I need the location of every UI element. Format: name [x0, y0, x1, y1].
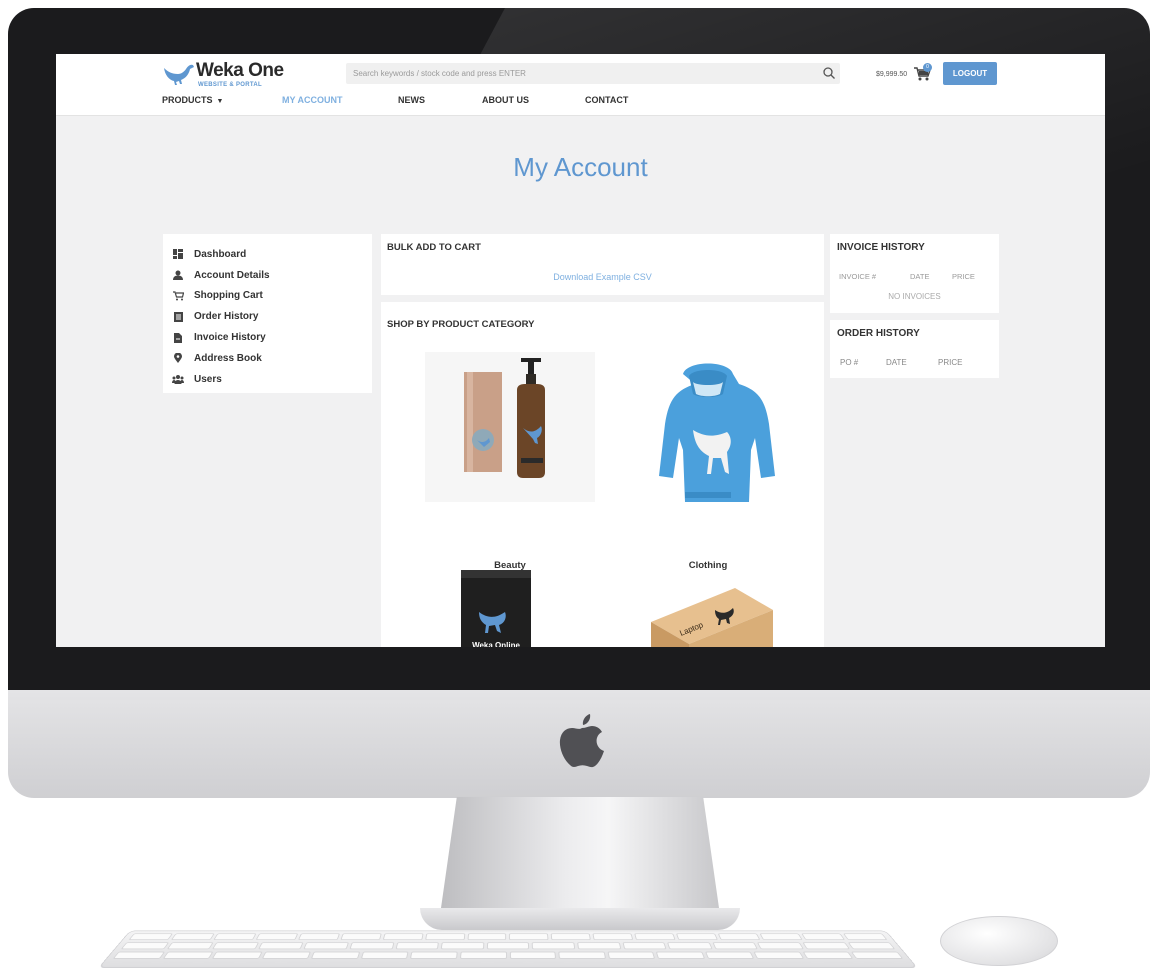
search-input[interactable]: [346, 63, 806, 84]
panel-title: INVOICE HISTORY: [837, 242, 925, 253]
monitor-stand: [440, 797, 720, 915]
column-header: PRICE: [938, 358, 963, 367]
sidebar-item-label: Shopping Cart: [194, 290, 263, 302]
monitor-stand-base: [420, 908, 740, 930]
sidebar-item-label: Invoice History: [194, 332, 266, 344]
empty-state-text: NO INVOICES: [888, 292, 941, 301]
nav-item-news[interactable]: NEWS: [398, 95, 425, 105]
site-logo[interactable]: Weka One WEBSITE & PORTAL: [162, 60, 302, 90]
sidebar-item-account-details[interactable]: Account Details: [163, 265, 372, 286]
laptop-box-product-image: Laptop: [651, 588, 773, 647]
sidebar-item-order-history[interactable]: Order History: [163, 306, 372, 327]
nav-item-contact[interactable]: CONTACT: [585, 95, 628, 105]
account-sidebar: Dashboard Account Details Shopping Cart …: [163, 234, 372, 393]
panel-title: ORDER HISTORY: [837, 328, 920, 339]
users-icon: [172, 374, 184, 385]
sidebar-item-label: Dashboard: [194, 248, 247, 260]
invoice-icon: [172, 332, 184, 343]
sidebar-item-users[interactable]: Users: [163, 369, 372, 390]
sidebar-item-label: Order History: [194, 311, 259, 323]
mouse: [940, 916, 1058, 966]
order-history-panel: ORDER HISTORY PO # DATE PRICE: [830, 320, 999, 378]
search-bar: [346, 63, 840, 84]
cart-count-badge: 0: [923, 63, 932, 72]
nav-item-products[interactable]: PRODUCTS ▼: [162, 95, 223, 105]
beauty-product-image: [425, 352, 595, 502]
column-header: DATE: [910, 272, 930, 281]
site-header: Weka One WEBSITE & PORTAL $9,999.50 0 LO…: [56, 54, 1105, 116]
sidebar-item-label: Account Details: [194, 269, 270, 281]
nav-label: PRODUCTS: [162, 95, 213, 105]
product-mockup: Weka One WEBSITE & PORTAL $9,999.50 0 LO…: [0, 0, 1150, 969]
page-title: My Account: [513, 152, 648, 182]
sidebar-item-invoice-history[interactable]: Invoice History: [163, 327, 372, 348]
invoice-history-panel: INVOICE HISTORY INVOICE # DATE PRICE NO …: [830, 234, 999, 313]
brand-tagline: WEBSITE & PORTAL: [198, 82, 263, 88]
cart-icon: [172, 291, 184, 301]
browser-viewport: Weka One WEBSITE & PORTAL $9,999.50 0 LO…: [56, 54, 1105, 647]
panel-title: SHOP BY PRODUCT CATEGORY: [387, 319, 535, 330]
column-header: PO #: [840, 358, 859, 367]
cart-total[interactable]: $9,999.50: [876, 71, 907, 78]
svg-text:Weka Online: Weka Online: [472, 641, 520, 647]
keyboard: [98, 930, 918, 968]
map-pin-icon: [172, 353, 184, 364]
nav-item-my-account[interactable]: MY ACCOUNT: [282, 95, 343, 105]
panel-title: BULK ADD TO CART: [387, 242, 481, 253]
category-card-beauty[interactable]: Beauty: [425, 352, 595, 574]
brand-name: Weka One: [196, 60, 284, 81]
list-icon: [172, 311, 184, 322]
sidebar-item-shopping-cart[interactable]: Shopping Cart: [163, 286, 372, 307]
download-csv-link[interactable]: Download Example CSV: [381, 272, 824, 282]
logout-button[interactable]: LOGOUT: [943, 62, 997, 85]
sidebar-item-label: Users: [194, 373, 222, 385]
shop-by-category-panel: SHOP BY PRODUCT CATEGORY Beauty Clothing…: [381, 302, 824, 647]
category-card-laptop[interactable]: Laptop: [623, 566, 793, 647]
category-card-clothing[interactable]: Clothing: [623, 352, 793, 574]
nav-item-about-us[interactable]: ABOUT US: [482, 95, 529, 105]
coffee-bag-product-image: Weka Online: [461, 570, 531, 647]
search-icon[interactable]: [822, 66, 836, 80]
column-header: INVOICE #: [839, 272, 877, 281]
weka-bird-icon: [164, 64, 194, 85]
caret-down-icon: ▼: [216, 98, 224, 105]
category-card-coffee[interactable]: Weka Online: [425, 566, 595, 647]
bulk-add-panel: BULK ADD TO CART Download Example CSV: [381, 234, 824, 295]
clothing-product-image: [659, 363, 775, 502]
column-header: PRICE: [952, 272, 975, 281]
sidebar-item-label: Address Book: [194, 352, 262, 364]
user-icon: [172, 270, 184, 281]
sidebar-item-address-book[interactable]: Address Book: [163, 348, 372, 369]
column-header: DATE: [886, 358, 907, 367]
sidebar-item-dashboard[interactable]: Dashboard: [163, 244, 372, 265]
apple-logo-icon: [559, 714, 604, 768]
dashboard-icon: [172, 249, 184, 260]
